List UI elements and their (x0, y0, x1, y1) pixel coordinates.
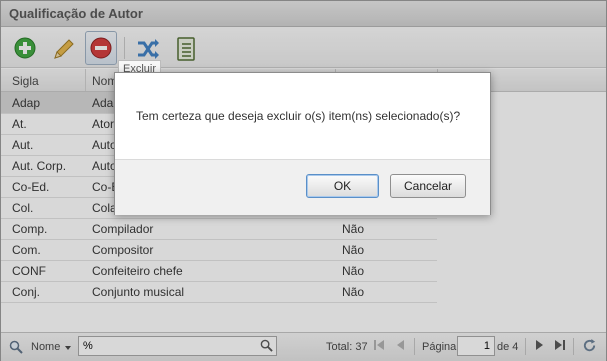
dialog-message: Tem certeza que deseja excluir o(s) item… (136, 109, 461, 123)
cancel-button[interactable]: Cancelar (390, 174, 466, 198)
confirm-dialog: Tem certeza que deseja excluir o(s) item… (114, 72, 491, 215)
dialog-footer: OK Cancelar (115, 159, 490, 215)
ok-button[interactable]: OK (306, 174, 379, 198)
